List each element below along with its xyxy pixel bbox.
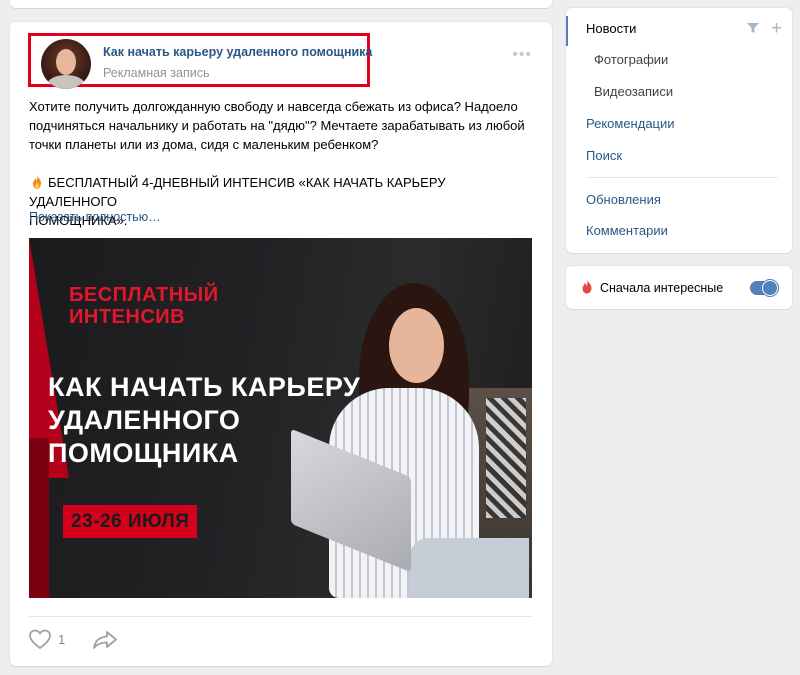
menu-item-news[interactable]: Новости <box>586 21 636 36</box>
add-plus-icon[interactable]: + <box>771 19 782 38</box>
toggle-knob <box>762 280 778 296</box>
filter-icon[interactable] <box>746 22 760 34</box>
post-card: Как начать карьеру удаленного помощника … <box>10 22 552 666</box>
previous-post-card <box>10 0 552 8</box>
menu-item-photos[interactable]: Фотографии <box>594 52 668 67</box>
menu-item-videos[interactable]: Видеозаписи <box>594 84 673 99</box>
menu-item-search[interactable]: Поиск <box>586 148 622 163</box>
interesting-first-card: Сначала интересные <box>566 266 792 309</box>
promo-text-line: БЕСПЛАТНЫЙ 4-ДНЕВНЫЙ ИНТЕНСИВ «КАК НАЧАТ… <box>29 173 534 211</box>
ad-label: Рекламная запись <box>103 66 210 80</box>
heart-icon <box>29 629 51 650</box>
menu-separator <box>586 177 778 178</box>
post-text-line: Хотите получить долгожданную свободу и н… <box>29 99 518 114</box>
post-header-highlight: Как начать карьеру удаленного помощника … <box>28 33 372 89</box>
show-more-link[interactable]: Показать полностью… <box>29 210 161 224</box>
post-banner-image[interactable]: БЕСПЛАТНЫЙ ИНТЕНСИВ КАК НАЧАТЬ КАРЬЕРУ У… <box>29 238 532 598</box>
share-arrow-icon <box>93 631 117 649</box>
menu-item-comments[interactable]: Комментарии <box>586 223 668 238</box>
share-button[interactable] <box>92 630 118 653</box>
menu-item-updates[interactable]: Обновления <box>586 192 661 207</box>
interesting-first-toggle[interactable] <box>750 280 778 296</box>
interesting-first-label: Сначала интересные <box>600 281 724 295</box>
banner-red-title: БЕСПЛАТНЫЙ ИНТЕНСИВ <box>69 284 219 328</box>
promo-text-line-1: БЕСПЛАТНЫЙ 4-ДНЕВНЫЙ ИНТЕНСИВ «КАК НАЧАТ… <box>29 175 446 209</box>
banner-date: 23-26 ИЮЛЯ <box>63 505 198 538</box>
fire-emoji-icon <box>33 175 41 189</box>
active-indicator <box>566 16 568 46</box>
post-text-line: точки планеты или из дома, сидя с малень… <box>29 137 379 152</box>
like-button[interactable]: 1 <box>28 628 65 650</box>
post-author-link[interactable]: Как начать карьеру удаленного помощника <box>103 45 372 59</box>
menu-item-recommendations[interactable]: Рекомендации <box>586 116 675 131</box>
divider <box>29 616 532 617</box>
post-text-line: подчиняться начальнику и работать на "дя… <box>29 118 525 133</box>
more-horizontal-icon[interactable]: ••• <box>512 47 532 63</box>
like-count: 1 <box>58 631 66 647</box>
feed-sidebar-menu: Новости + Фотографии Видеозаписи Рекомен… <box>566 8 792 253</box>
banner-main-title: КАК НАЧАТЬ КАРЬЕРУ УДАЛЕННОГО ПОМОЩНИКА <box>48 372 361 468</box>
fire-icon <box>582 279 592 294</box>
author-avatar[interactable] <box>41 39 91 89</box>
